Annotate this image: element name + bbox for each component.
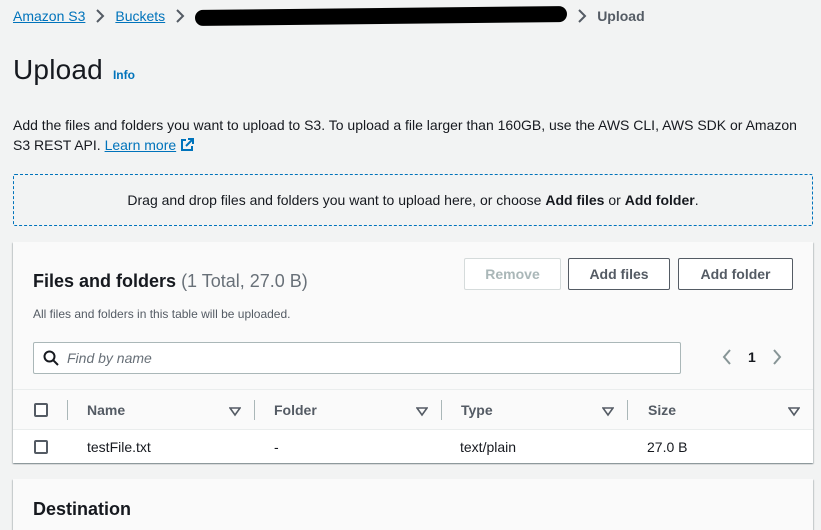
dropzone-add-folder: Add folder (624, 192, 695, 208)
panel-header: Files and folders (1 Total, 27.0 B) All … (13, 242, 813, 390)
column-header-name-label: Name (87, 402, 126, 418)
sort-caret-down-icon (228, 404, 242, 420)
cell-name: testFile.txt (87, 438, 151, 455)
search-box[interactable] (33, 342, 681, 374)
current-page-number[interactable]: 1 (748, 349, 756, 365)
add-folder-button[interactable]: Add folder (678, 258, 793, 290)
dropzone-or: or (608, 192, 621, 208)
column-header-type-label: Type (461, 402, 493, 418)
learn-more-link[interactable]: Learn more (105, 137, 195, 153)
column-header-name[interactable]: Name (87, 390, 247, 430)
select-all-checkbox[interactable] (34, 403, 48, 417)
column-divider (627, 400, 628, 420)
breadcrumb-amazon-s3[interactable]: Amazon S3 (13, 8, 85, 24)
column-divider (441, 400, 442, 420)
column-header-folder[interactable]: Folder (274, 390, 434, 430)
table-row: testFile.txt - text/plain 27.0 B (13, 430, 813, 463)
chevron-right-icon (577, 9, 587, 23)
remove-button[interactable]: Remove (464, 258, 561, 290)
sort-caret-down-icon (601, 404, 615, 420)
sort-caret-down-icon (787, 404, 801, 420)
sort-caret-down-icon (415, 404, 429, 420)
learn-more-label: Learn more (104, 137, 177, 153)
upload-dropzone[interactable]: Drag and drop files and folders you want… (13, 174, 813, 226)
table-header: Name Folder Type Size (13, 390, 813, 430)
breadcrumb-buckets[interactable]: Buckets (115, 8, 165, 24)
breadcrumb: Amazon S3 Buckets Upload (13, 6, 645, 26)
previous-page-icon[interactable] (720, 348, 734, 366)
search-icon (43, 350, 59, 366)
external-link-icon (180, 137, 195, 157)
page-description: Add the files and folders you want to up… (13, 115, 813, 157)
dropzone-prefix: Drag and drop files and folders you want… (127, 192, 542, 208)
pagination: 1 (720, 348, 784, 366)
page-title: Upload (13, 54, 103, 85)
panel-title: Files and folders (1 Total, 27.0 B) (33, 271, 308, 292)
column-divider (254, 400, 255, 420)
chevron-right-icon (95, 9, 105, 23)
redacted-bucket-name[interactable] (195, 6, 568, 26)
breadcrumb-current: Upload (597, 8, 645, 24)
add-files-button[interactable]: Add files (568, 258, 670, 290)
column-header-size-label: Size (648, 402, 677, 418)
destination-panel: Destination (13, 479, 813, 530)
search-input[interactable] (67, 350, 657, 366)
panel-title-text: Files and folders (33, 271, 177, 291)
row-select-checkbox[interactable] (34, 440, 48, 454)
info-link[interactable]: Info (113, 68, 135, 82)
files-and-folders-panel: Files and folders (1 Total, 27.0 B) All … (13, 242, 813, 463)
cell-type: text/plain (460, 438, 517, 455)
next-page-icon[interactable] (770, 348, 784, 366)
column-divider (67, 400, 68, 420)
dropzone-add-files: Add files (545, 192, 605, 208)
column-header-size[interactable]: Size (648, 390, 808, 430)
chevron-right-icon (175, 9, 185, 23)
panel-description: All files and folders in this table will… (33, 307, 291, 321)
cell-folder: - (274, 438, 279, 455)
column-header-folder-label: Folder (274, 402, 317, 418)
destination-title: Destination (33, 499, 132, 519)
dropzone-suffix: . (694, 192, 699, 208)
cell-size: 27.0 B (647, 438, 688, 455)
panel-count: (1 Total, 27.0 B) (181, 271, 308, 291)
page-title-row: Upload Info (13, 54, 135, 86)
column-header-type[interactable]: Type (461, 390, 621, 430)
